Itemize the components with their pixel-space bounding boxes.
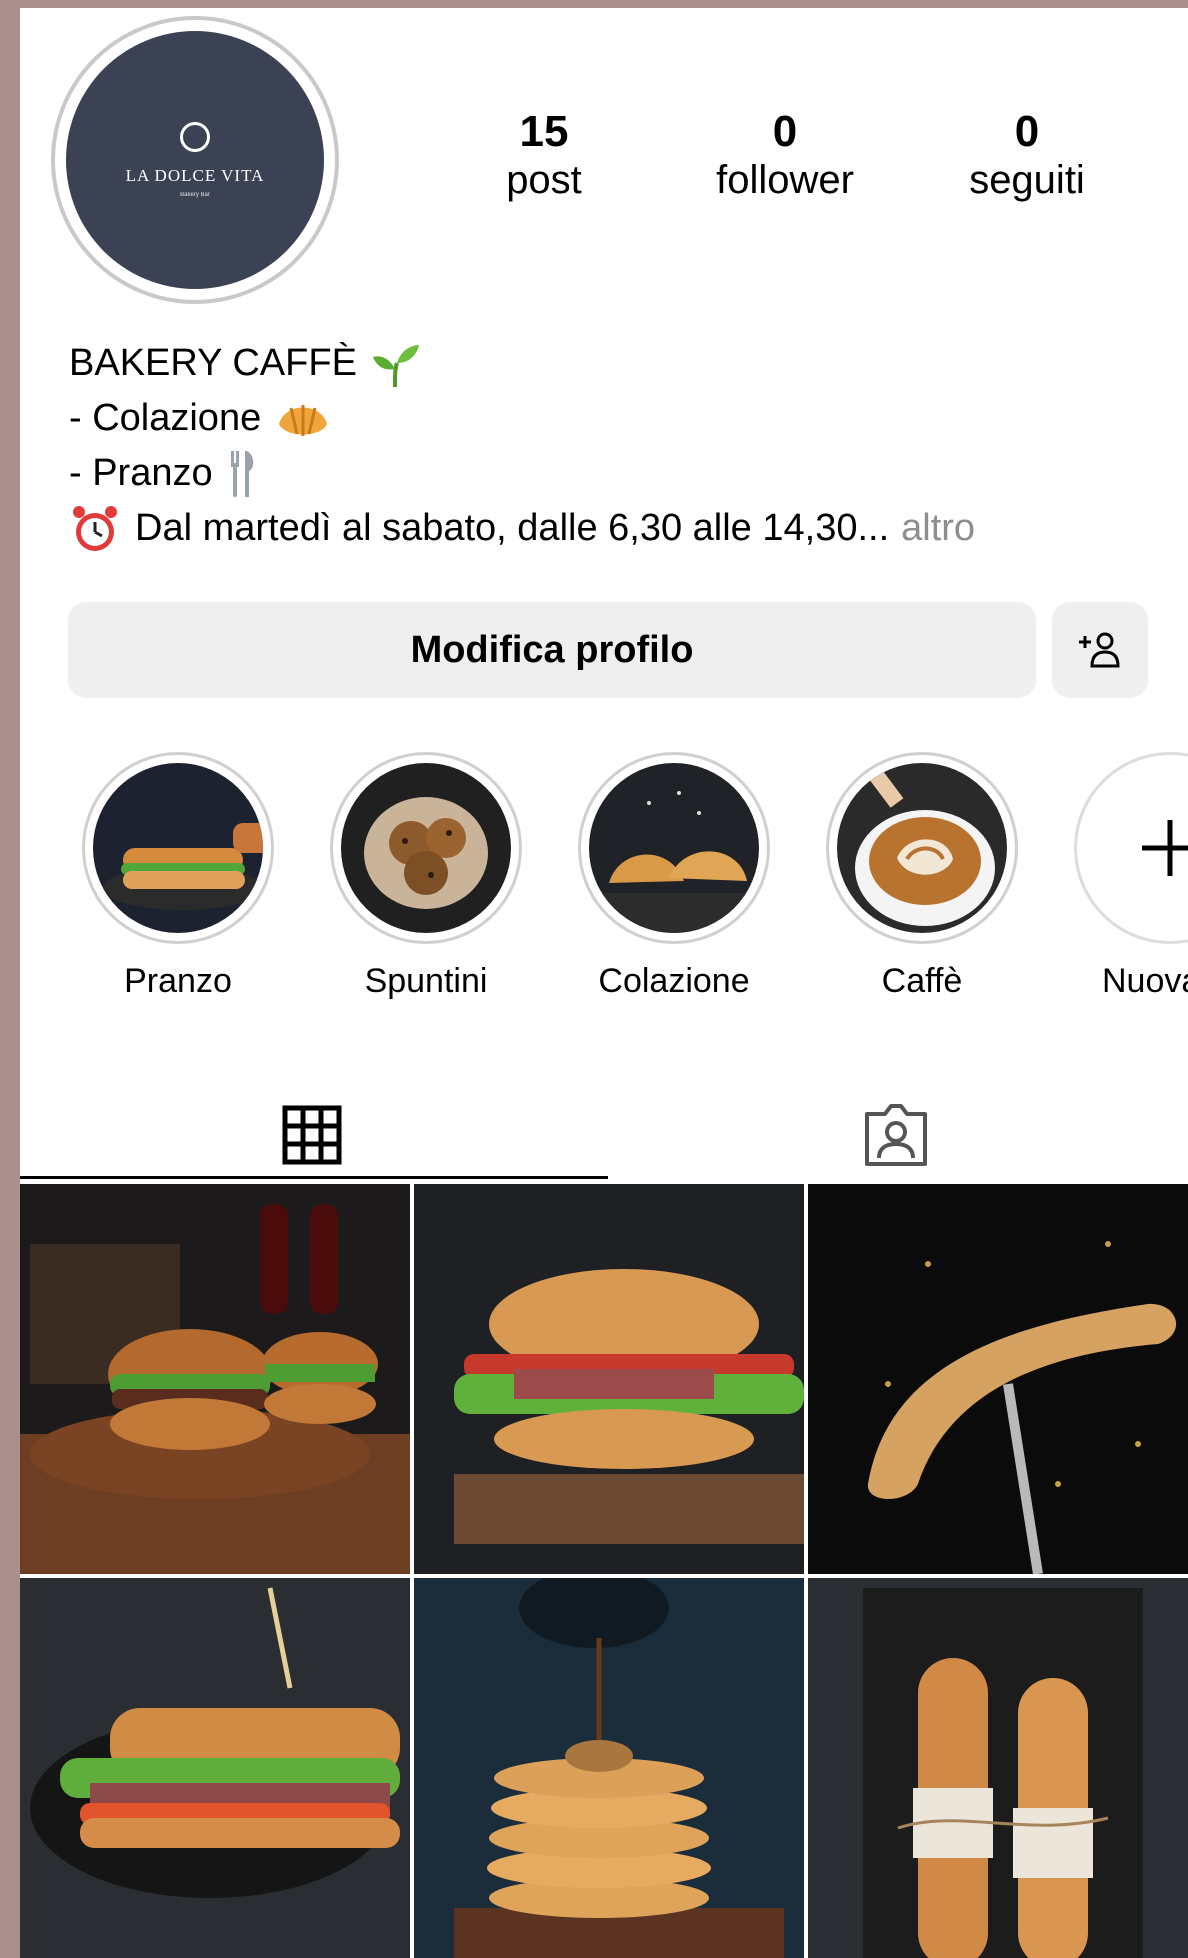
stat-followers-count: 0	[772, 107, 798, 156]
grid-icon	[282, 1105, 342, 1165]
plus-icon	[1138, 816, 1188, 880]
posts-grid	[20, 1184, 1188, 1958]
stat-posts-count: 15	[519, 107, 569, 156]
highlight-pranzo-label: Pranzo	[124, 962, 232, 1000]
highlight-pranzo-image	[93, 763, 263, 933]
highlight-colazione-image	[589, 763, 759, 933]
alarm-clock-icon	[69, 503, 121, 555]
stat-followers-label: follower	[716, 158, 854, 202]
fork-knife-icon	[227, 449, 257, 499]
bio-line-3: - Pranzo	[69, 446, 1149, 501]
stat-following-label: seguiti	[969, 158, 1085, 202]
seedling-icon	[371, 339, 421, 389]
discover-people-button[interactable]	[1052, 602, 1148, 698]
bio-line-2: - Colazione	[69, 391, 1149, 446]
bio-line-1: BAKERY CAFFÈ	[69, 336, 1149, 391]
edit-profile-button[interactable]: Modifica profilo	[68, 602, 1036, 698]
highlight-colazione[interactable]: Colazione	[574, 752, 774, 1001]
highlight-spuntini[interactable]: Spuntini	[326, 752, 526, 1001]
highlight-new-label: Nuova	[1102, 962, 1188, 1000]
stat-posts-label: post	[506, 158, 582, 202]
post-3[interactable]	[808, 1184, 1188, 1574]
bio-line-4: Dal martedì al sabato, dalle 6,30 alle 1…	[69, 501, 1149, 556]
highlight-caffe[interactable]: Caffè	[822, 752, 1022, 1001]
tagged-person-icon	[861, 1102, 931, 1168]
add-person-icon	[1077, 630, 1123, 670]
bio-more-link[interactable]: altro	[901, 501, 975, 556]
post-6[interactable]	[808, 1578, 1188, 1958]
stat-following[interactable]: 0 seguiti	[917, 108, 1137, 204]
stat-posts[interactable]: 15 post	[434, 108, 654, 204]
stat-following-count: 0	[1014, 107, 1040, 156]
profile-bio: BAKERY CAFFÈ - Colazione - Pranzo Dal ma…	[69, 336, 1149, 556]
highlight-new[interactable]: Nuova	[1070, 752, 1188, 1001]
bio-title: BAKERY CAFFÈ	[69, 342, 357, 384]
bio-hours: Dal martedì al sabato, dalle 6,30 alle 1…	[135, 507, 890, 549]
tab-tagged[interactable]	[604, 1086, 1188, 1184]
post-1[interactable]	[20, 1184, 410, 1574]
highlight-spuntini-label: Spuntini	[364, 962, 488, 1000]
bio-lunch: - Pranzo	[69, 452, 213, 494]
post-4[interactable]	[20, 1578, 410, 1958]
profile-avatar[interactable]: LA DOLCE VITA Bakery Bar	[51, 16, 339, 304]
avatar-logo: LA DOLCE VITA Bakery Bar	[66, 31, 324, 289]
post-5[interactable]	[414, 1578, 804, 1958]
stat-followers[interactable]: 0 follower	[675, 108, 895, 204]
tab-posts-grid[interactable]	[20, 1086, 604, 1184]
profile-screen: LA DOLCE VITA Bakery Bar 15 post 0 follo…	[20, 8, 1188, 1958]
logo-subtitle: Bakery Bar	[180, 192, 210, 198]
highlight-caffe-label: Caffè	[881, 962, 963, 1000]
post-2[interactable]	[414, 1184, 804, 1574]
bio-breakfast: - Colazione	[69, 397, 262, 439]
croissant-icon	[275, 394, 331, 444]
logo-name: LA DOLCE VITA	[125, 166, 265, 185]
highlight-spuntini-image	[341, 763, 511, 933]
active-tab-indicator	[20, 1176, 608, 1179]
highlight-caffe-image	[837, 763, 1007, 933]
highlight-pranzo[interactable]: Pranzo	[78, 752, 278, 1001]
highlight-colazione-label: Colazione	[598, 962, 750, 1000]
logo-circle-icon	[180, 122, 210, 152]
